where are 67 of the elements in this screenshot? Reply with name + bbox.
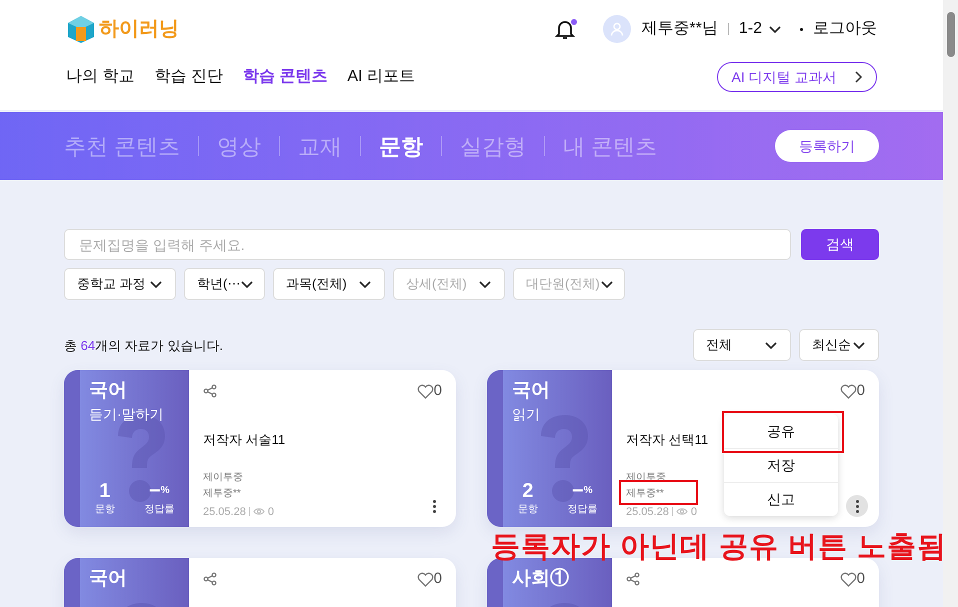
percent-unit: % bbox=[584, 484, 593, 498]
card-title: 저작자 선택11 bbox=[626, 431, 708, 449]
author-name: 제투중** bbox=[203, 486, 241, 500]
correct-rate: − bbox=[148, 480, 161, 502]
logout-link[interactable]: 로그아웃 bbox=[813, 17, 877, 41]
view-count: 0 bbox=[268, 504, 274, 520]
sort-select[interactable]: 전체 bbox=[693, 329, 791, 361]
avatar-icon bbox=[603, 15, 632, 43]
correct-rate-label: 정답률 bbox=[567, 503, 598, 517]
card-subject: 사회① bbox=[512, 567, 569, 591]
heart-icon[interactable] bbox=[416, 384, 434, 398]
card-subject: 국어 bbox=[89, 567, 127, 591]
bell-icon[interactable] bbox=[553, 17, 578, 41]
nav-tab[interactable]: 학습 진단 bbox=[154, 65, 223, 89]
nav-tab[interactable]: 나의 학교 bbox=[66, 65, 134, 89]
content-card[interactable]: 국어 0 bbox=[64, 558, 456, 607]
upload-date: 25.05.28 bbox=[626, 504, 669, 520]
heart-icon[interactable] bbox=[416, 572, 434, 586]
menu-item[interactable]: 신고 bbox=[724, 482, 838, 516]
like-count: 0 bbox=[856, 380, 865, 401]
heart-icon[interactable] bbox=[840, 384, 857, 398]
menu-item[interactable]: 저장 bbox=[724, 448, 838, 482]
eye-icon bbox=[252, 507, 265, 516]
like-count: 0 bbox=[434, 568, 442, 589]
content-card[interactable]: 국어 듣기·말하기 1 문항 −% 정답률 0 저작자 서술11 제이투중 제투중** 25.05.28 0 bbox=[64, 370, 456, 527]
card-title: 저작자 서술11 bbox=[203, 431, 286, 449]
question-count-label: 문항 bbox=[94, 503, 115, 517]
nav-tab[interactable]: AI 리포트 bbox=[347, 65, 415, 89]
search-button[interactable]: 검색 bbox=[801, 229, 879, 260]
heart-icon[interactable] bbox=[840, 572, 857, 586]
card-subject: 국어 bbox=[89, 379, 127, 403]
question-count: 1 bbox=[99, 480, 110, 502]
nav-tab[interactable]: 학습 콘텐츠 bbox=[242, 65, 328, 89]
correct-rate-label: 정답률 bbox=[144, 503, 174, 517]
card-subject: 국어 bbox=[512, 379, 550, 403]
share-icon[interactable] bbox=[203, 572, 217, 586]
chevron-right-icon bbox=[852, 71, 862, 83]
question-count-label: 문항 bbox=[518, 503, 538, 517]
author-name: 제투중** bbox=[626, 486, 664, 500]
like-count: 0 bbox=[856, 568, 865, 589]
school-name: 제이투중 bbox=[203, 470, 243, 484]
filter-select[interactable]: 과목(전체) bbox=[273, 268, 385, 300]
card-detail: 듣기·말하기 bbox=[89, 405, 164, 424]
correct-rate: − bbox=[572, 480, 584, 502]
question-count: 2 bbox=[522, 480, 534, 502]
upload-date: 25.05.28 bbox=[203, 504, 246, 520]
logo-icon bbox=[66, 14, 96, 44]
share-icon[interactable] bbox=[626, 572, 640, 586]
content-tab[interactable]: 문항 bbox=[379, 130, 424, 162]
register-button[interactable]: 등록하기 bbox=[775, 130, 879, 162]
more-button[interactable] bbox=[846, 495, 868, 517]
menu-item[interactable]: 공유 bbox=[724, 414, 838, 448]
eye-icon bbox=[676, 507, 688, 516]
like-count: 0 bbox=[434, 380, 442, 401]
filter-select[interactable]: 중학교 과정 bbox=[64, 268, 176, 300]
percent-unit: % bbox=[160, 484, 170, 498]
sort-select[interactable]: 최신순 bbox=[799, 329, 879, 361]
grade-select[interactable]: 1-2 bbox=[738, 17, 782, 41]
share-icon[interactable] bbox=[203, 384, 217, 398]
result-count: 총 64개의 자료가 있습니다. bbox=[64, 336, 223, 354]
card-detail: 읽기 bbox=[512, 405, 540, 424]
search-field[interactable]: 문제집명을 입력해 주세요. bbox=[64, 229, 791, 260]
scrollbar[interactable] bbox=[943, 0, 958, 607]
ai-textbook-button[interactable]: AI 디지털 교과서 bbox=[717, 62, 877, 92]
view-count: 0 bbox=[690, 504, 697, 520]
filter-select[interactable]: 학년(⋯ bbox=[184, 268, 265, 300]
user-name: 제투중**님 bbox=[641, 19, 718, 39]
